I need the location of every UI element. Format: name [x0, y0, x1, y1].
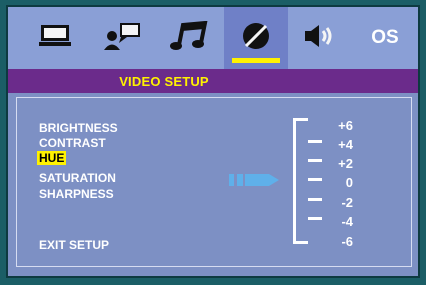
- scale-label-plus6: +6: [338, 118, 353, 133]
- monitor-icon: [38, 23, 72, 54]
- scale-tick: [308, 198, 322, 201]
- scale-label-minus4: -4: [341, 214, 353, 229]
- tab-bar: OS: [8, 7, 418, 69]
- menu-item-contrast[interactable]: CONTRAST: [39, 136, 106, 150]
- scale-label-plus2: +2: [338, 156, 353, 171]
- menu-item-hue[interactable]: HUE: [37, 151, 67, 165]
- tab-audio[interactable]: [158, 7, 220, 69]
- active-tab-indicator: [232, 58, 280, 63]
- scale-label-zero: 0: [345, 175, 353, 190]
- value-pointer-icon: [229, 172, 281, 193]
- tab-speaker[interactable]: [292, 7, 350, 69]
- music-note-icon: [169, 20, 209, 56]
- menu-item-brightness[interactable]: BRIGHTNESS: [39, 121, 118, 135]
- scale-tick: [308, 159, 322, 162]
- tab-system[interactable]: [26, 7, 84, 69]
- scale-tick: [308, 178, 322, 181]
- video-disc-icon: [240, 20, 272, 57]
- tab-os-label: OS: [371, 27, 399, 48]
- tab-os[interactable]: OS: [356, 7, 414, 69]
- scale-label-minus2: -2: [341, 195, 353, 210]
- scale-label-minus6: -6: [341, 234, 353, 249]
- menu-item-saturation[interactable]: SATURATION: [39, 171, 116, 185]
- scale-label-plus4: +4: [338, 137, 353, 152]
- scale-tick: [308, 217, 322, 220]
- menu-item-sharpness[interactable]: SHARPNESS: [39, 187, 114, 201]
- exit-setup-button[interactable]: EXIT SETUP: [39, 238, 109, 252]
- tab-video[interactable]: [224, 7, 288, 69]
- speaker-volume-icon: [303, 22, 339, 55]
- section-title: VIDEO SETUP: [119, 73, 209, 89]
- scale-tick: [308, 140, 322, 143]
- speaker-person-icon: [103, 21, 143, 56]
- scale-bracket: [293, 118, 308, 244]
- settings-panel: BRIGHTNESS CONTRAST HUE SATURATION SHARP…: [16, 97, 412, 267]
- osd-window: OS VIDEO SETUP BRIGHTNESS CONTRAST HUE S…: [6, 5, 420, 278]
- tab-language[interactable]: [92, 7, 154, 69]
